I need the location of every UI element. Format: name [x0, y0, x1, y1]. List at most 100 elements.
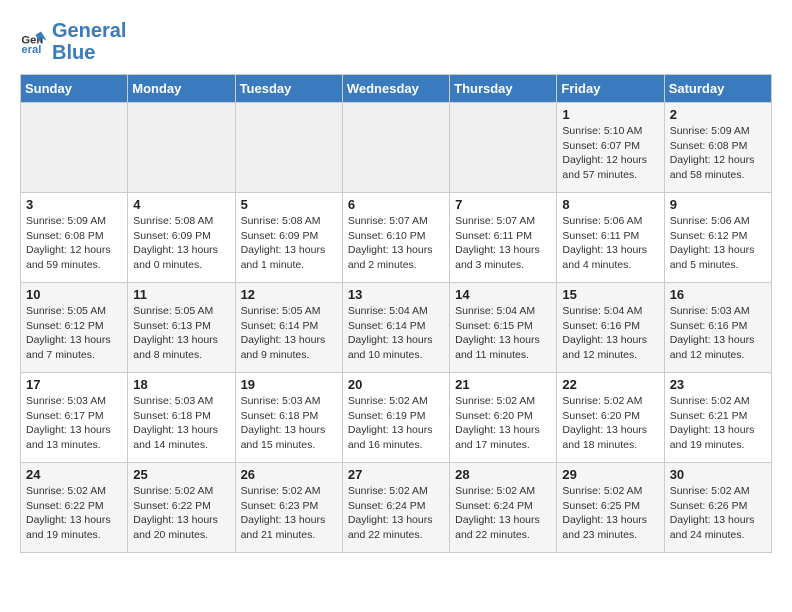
day-number: 12 [241, 287, 337, 302]
day-info: Sunrise: 5:02 AM Sunset: 6:20 PM Dayligh… [562, 394, 658, 453]
day-info: Sunrise: 5:07 AM Sunset: 6:10 PM Dayligh… [348, 214, 444, 273]
day-info: Sunrise: 5:06 AM Sunset: 6:12 PM Dayligh… [670, 214, 766, 273]
col-header-saturday: Saturday [664, 75, 771, 103]
logo-icon: Gen eral [20, 28, 48, 56]
calendar-cell: 20 Sunrise: 5:02 AM Sunset: 6:19 PM Dayli… [342, 373, 449, 463]
day-number: 6 [348, 197, 444, 212]
calendar-cell: 18 Sunrise: 5:03 AM Sunset: 6:18 PM Dayli… [128, 373, 235, 463]
calendar-cell: 12 Sunrise: 5:05 AM Sunset: 6:14 PM Dayli… [235, 283, 342, 373]
day-number: 2 [670, 107, 766, 122]
day-number: 8 [562, 197, 658, 212]
col-header-monday: Monday [128, 75, 235, 103]
day-number: 28 [455, 467, 551, 482]
calendar-cell: 15 Sunrise: 5:04 AM Sunset: 6:16 PM Dayli… [557, 283, 664, 373]
calendar-cell: 16 Sunrise: 5:03 AM Sunset: 6:16 PM Dayli… [664, 283, 771, 373]
day-info: Sunrise: 5:05 AM Sunset: 6:12 PM Dayligh… [26, 304, 122, 363]
day-number: 10 [26, 287, 122, 302]
day-info: Sunrise: 5:04 AM Sunset: 6:16 PM Dayligh… [562, 304, 658, 363]
day-number: 18 [133, 377, 229, 392]
calendar-cell: 10 Sunrise: 5:05 AM Sunset: 6:12 PM Dayli… [21, 283, 128, 373]
calendar-cell: 6 Sunrise: 5:07 AM Sunset: 6:10 PM Daylig… [342, 193, 449, 283]
calendar-cell: 5 Sunrise: 5:08 AM Sunset: 6:09 PM Daylig… [235, 193, 342, 283]
day-info: Sunrise: 5:05 AM Sunset: 6:14 PM Dayligh… [241, 304, 337, 363]
day-number: 19 [241, 377, 337, 392]
day-info: Sunrise: 5:03 AM Sunset: 6:18 PM Dayligh… [133, 394, 229, 453]
calendar-cell: 21 Sunrise: 5:02 AM Sunset: 6:20 PM Dayli… [450, 373, 557, 463]
day-info: Sunrise: 5:03 AM Sunset: 6:16 PM Dayligh… [670, 304, 766, 363]
day-number: 27 [348, 467, 444, 482]
calendar-cell [450, 103, 557, 193]
calendar-cell: 26Sunrise: 5:02 AM Sunset: 6:23 PM Dayli… [235, 463, 342, 553]
day-info: Sunrise: 5:02 AM Sunset: 6:24 PM Dayligh… [455, 484, 551, 543]
day-info: Sunrise: 5:09 AM Sunset: 6:08 PM Dayligh… [670, 124, 766, 183]
calendar-cell: 14 Sunrise: 5:04 AM Sunset: 6:15 PM Dayli… [450, 283, 557, 373]
day-number: 5 [241, 197, 337, 212]
day-info: Sunrise: 5:02 AM Sunset: 6:25 PM Dayligh… [562, 484, 658, 543]
day-info: Sunrise: 5:04 AM Sunset: 6:15 PM Dayligh… [455, 304, 551, 363]
calendar-cell: 29 Sunrise: 5:02 AM Sunset: 6:25 PM Dayli… [557, 463, 664, 553]
day-info: Sunrise: 5:03 AM Sunset: 6:18 PM Dayligh… [241, 394, 337, 453]
day-number: 24 [26, 467, 122, 482]
day-info: Sunrise: 5:02 AM Sunset: 6:21 PM Dayligh… [670, 394, 766, 453]
calendar-cell: 19 Sunrise: 5:03 AM Sunset: 6:18 PM Dayli… [235, 373, 342, 463]
day-info: Sunrise: 5:10 AM Sunset: 6:07 PM Dayligh… [562, 124, 658, 183]
day-info: Sunrise: 5:07 AM Sunset: 6:11 PM Dayligh… [455, 214, 551, 273]
calendar-cell: 1 Sunrise: 5:10 AM Sunset: 6:07 PM Daylig… [557, 103, 664, 193]
calendar-cell: 22 Sunrise: 5:02 AM Sunset: 6:20 PM Dayli… [557, 373, 664, 463]
day-info: Sunrise: 5:02 AM Sunset: 6:22 PM Dayligh… [26, 484, 122, 543]
day-info: Sunrise: 5:05 AM Sunset: 6:13 PM Dayligh… [133, 304, 229, 363]
col-header-tuesday: Tuesday [235, 75, 342, 103]
logo: Gen eral General Blue [20, 20, 126, 64]
day-number: 29 [562, 467, 658, 482]
calendar-cell: 8Sunrise: 5:06 AM Sunset: 6:11 PM Daylig… [557, 193, 664, 283]
day-number: 15 [562, 287, 658, 302]
day-info: Sunrise: 5:03 AM Sunset: 6:17 PM Dayligh… [26, 394, 122, 453]
day-number: 23 [670, 377, 766, 392]
calendar-cell: 4 Sunrise: 5:08 AM Sunset: 6:09 PM Daylig… [128, 193, 235, 283]
calendar-cell: 11 Sunrise: 5:05 AM Sunset: 6:13 PM Dayli… [128, 283, 235, 373]
calendar-cell: 27Sunrise: 5:02 AM Sunset: 6:24 PM Dayli… [342, 463, 449, 553]
calendar-cell: 24 Sunrise: 5:02 AM Sunset: 6:22 PM Dayli… [21, 463, 128, 553]
calendar-cell: 17 Sunrise: 5:03 AM Sunset: 6:17 PM Dayli… [21, 373, 128, 463]
day-number: 14 [455, 287, 551, 302]
day-number: 1 [562, 107, 658, 122]
day-info: Sunrise: 5:08 AM Sunset: 6:09 PM Dayligh… [133, 214, 229, 273]
day-number: 17 [26, 377, 122, 392]
day-number: 21 [455, 377, 551, 392]
day-number: 22 [562, 377, 658, 392]
col-header-wednesday: Wednesday [342, 75, 449, 103]
day-number: 30 [670, 467, 766, 482]
logo-text: General Blue [52, 20, 126, 64]
calendar-cell [235, 103, 342, 193]
day-info: Sunrise: 5:04 AM Sunset: 6:14 PM Dayligh… [348, 304, 444, 363]
page-header: Gen eral General Blue [20, 20, 772, 64]
day-info: Sunrise: 5:02 AM Sunset: 6:22 PM Dayligh… [133, 484, 229, 543]
calendar-cell [342, 103, 449, 193]
day-info: Sunrise: 5:02 AM Sunset: 6:20 PM Dayligh… [455, 394, 551, 453]
day-number: 20 [348, 377, 444, 392]
day-info: Sunrise: 5:09 AM Sunset: 6:08 PM Dayligh… [26, 214, 122, 273]
calendar-cell [21, 103, 128, 193]
day-number: 25 [133, 467, 229, 482]
calendar-cell: 28 Sunrise: 5:02 AM Sunset: 6:24 PM Dayli… [450, 463, 557, 553]
day-number: 13 [348, 287, 444, 302]
day-info: Sunrise: 5:02 AM Sunset: 6:19 PM Dayligh… [348, 394, 444, 453]
day-number: 7 [455, 197, 551, 212]
calendar-cell: 13 Sunrise: 5:04 AM Sunset: 6:14 PM Dayli… [342, 283, 449, 373]
day-info: Sunrise: 5:08 AM Sunset: 6:09 PM Dayligh… [241, 214, 337, 273]
day-number: 3 [26, 197, 122, 212]
calendar-cell: 23 Sunrise: 5:02 AM Sunset: 6:21 PM Dayli… [664, 373, 771, 463]
col-header-friday: Friday [557, 75, 664, 103]
day-number: 26 [241, 467, 337, 482]
calendar-cell: 25 Sunrise: 5:02 AM Sunset: 6:22 PM Dayli… [128, 463, 235, 553]
col-header-sunday: Sunday [21, 75, 128, 103]
calendar-cell: 2 Sunrise: 5:09 AM Sunset: 6:08 PM Daylig… [664, 103, 771, 193]
day-number: 9 [670, 197, 766, 212]
calendar-cell [128, 103, 235, 193]
day-number: 11 [133, 287, 229, 302]
calendar-cell: 3 Sunrise: 5:09 AM Sunset: 6:08 PM Daylig… [21, 193, 128, 283]
calendar-cell: 7 Sunrise: 5:07 AM Sunset: 6:11 PM Daylig… [450, 193, 557, 283]
calendar-cell: 30Sunrise: 5:02 AM Sunset: 6:26 PM Dayli… [664, 463, 771, 553]
day-number: 16 [670, 287, 766, 302]
day-number: 4 [133, 197, 229, 212]
